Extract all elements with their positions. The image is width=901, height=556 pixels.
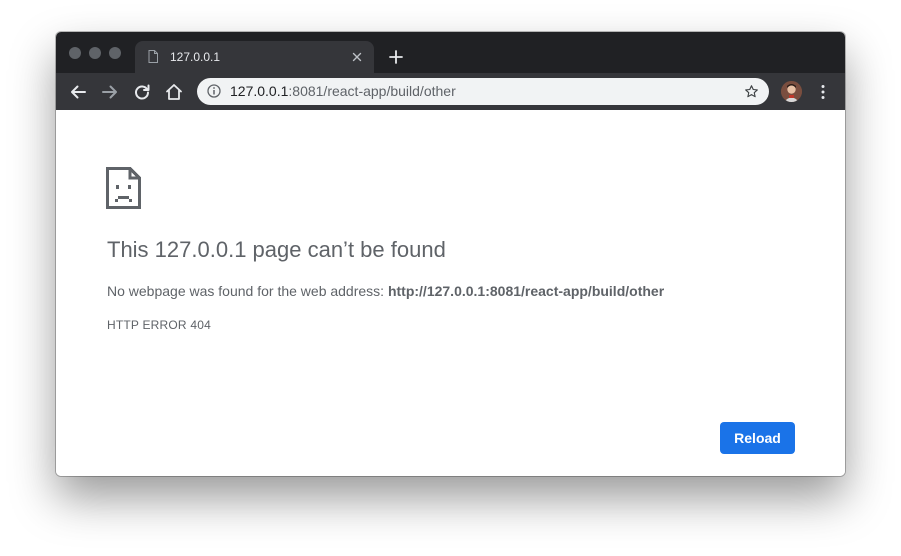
home-icon[interactable] [165,83,183,101]
toolbar: 127.0.0.1:8081/react-app/build/other [56,73,845,110]
address-bar[interactable]: 127.0.0.1:8081/react-app/build/other [197,78,769,105]
avatar-image [781,81,802,102]
page-content: This 127.0.0.1 page can’t be found No we… [56,110,845,476]
forward-arrow-icon[interactable] [101,83,119,101]
new-tab-icon[interactable] [389,50,403,64]
page-icon [148,50,158,63]
page-title: This 127.0.0.1 page can’t be found [107,237,446,262]
profile-avatar[interactable] [781,81,802,102]
star-icon[interactable] [744,84,759,99]
error-description: No webpage was found for the web address… [107,281,664,301]
minimize-window-button[interactable] [89,47,101,59]
more-vert-icon[interactable] [817,83,829,101]
close-window-button[interactable] [69,47,81,59]
back-arrow-icon[interactable] [69,83,87,101]
error-description-prefix: No webpage was found for the web address… [107,283,388,299]
tab-active[interactable]: 127.0.0.1 [135,41,374,73]
zoom-window-button[interactable] [109,47,121,59]
url-path: :8081/react-app/build/other [288,83,456,99]
tab-title: 127.0.0.1 [170,50,221,64]
error-code: HTTP ERROR 404 [107,318,211,332]
url-host: 127.0.0.1 [230,83,289,99]
screen: 127.0.0.1 127.0.0.1:8081/react-app/build… [0,0,901,556]
reload-icon[interactable] [133,83,151,101]
reload-button[interactable]: Reload [720,422,795,454]
tab-strip: 127.0.0.1 [56,32,845,73]
browser-window: 127.0.0.1 127.0.0.1:8081/react-app/build… [56,32,845,476]
sad-page-icon [106,167,141,209]
info-icon[interactable] [207,84,221,98]
url-text[interactable]: 127.0.0.1:8081/react-app/build/other [230,83,456,100]
close-tab-icon[interactable] [350,50,364,64]
error-url: http://127.0.0.1:8081/react-app/build/ot… [387,283,665,299]
